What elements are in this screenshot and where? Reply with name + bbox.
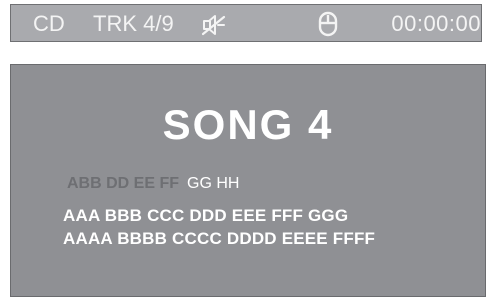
sound-muted-icon[interactable]: [201, 12, 227, 38]
song-title: SONG 4: [162, 101, 334, 148]
time-display: 00:00:00: [391, 11, 481, 36]
status-bar: CD TRK 4/9 00:00:00: [10, 4, 482, 42]
tag-dim-text: ABB DD EE FF: [67, 175, 179, 192]
track-indicator: TRK 4/9: [93, 11, 174, 36]
mouse-icon[interactable]: [317, 10, 339, 38]
info-line-1: AAA BBB CCC DDD EEE FFF GGG: [63, 206, 349, 225]
source-label: CD: [33, 11, 65, 36]
tag-line: ABB DD EE FF GG HH: [67, 175, 239, 193]
tag-bright-text: GG HH: [187, 175, 240, 192]
info-line-2: AAAA BBBB CCCC DDDD EEEE FFFF: [63, 229, 376, 248]
now-playing-panel: SONG 4 ABB DD EE FF GG HH AAA BBB CCC DDD…: [10, 64, 486, 297]
